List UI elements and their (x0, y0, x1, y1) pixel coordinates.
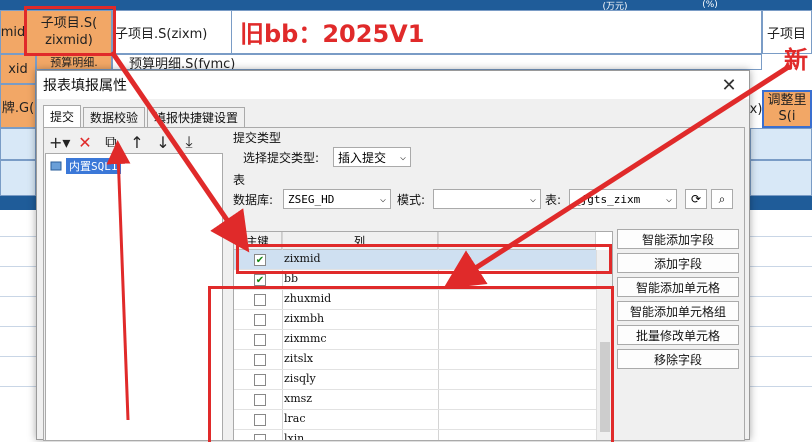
arrow-cell-to-zixmid-row (109, 50, 250, 253)
arrow-up-to-copy (106, 140, 131, 421)
annotation-arrows (106, 50, 792, 421)
arrow-new-to-rows (443, 63, 792, 289)
